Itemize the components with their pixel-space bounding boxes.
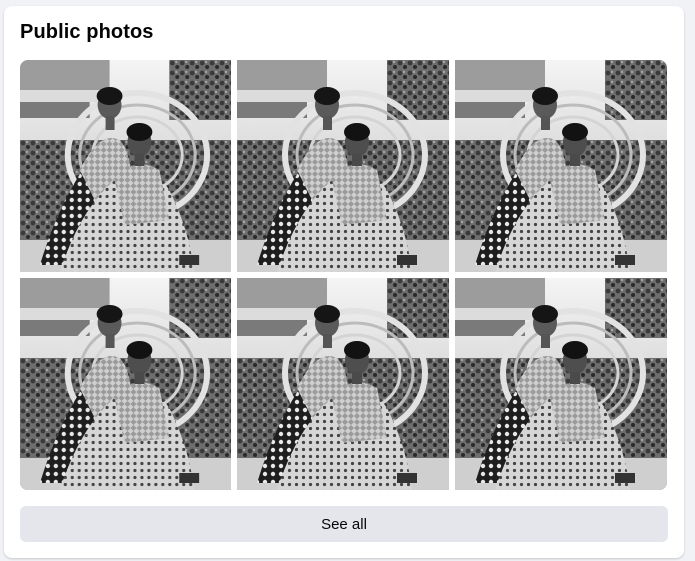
public-photos-card: Public photos See all (4, 6, 684, 558)
section-title: Public photos (20, 21, 154, 43)
photo-thumbnail-6[interactable] (455, 278, 667, 490)
photo-thumbnail-1[interactable] (20, 60, 231, 272)
photo-thumbnail-5[interactable] (237, 278, 449, 490)
photo-thumbnail-2[interactable] (237, 60, 449, 272)
photo-grid (20, 60, 667, 490)
photo-thumbnail-4[interactable] (20, 278, 231, 490)
see-all-button[interactable]: See all (20, 506, 668, 542)
photo-thumbnail-3[interactable] (455, 60, 667, 272)
